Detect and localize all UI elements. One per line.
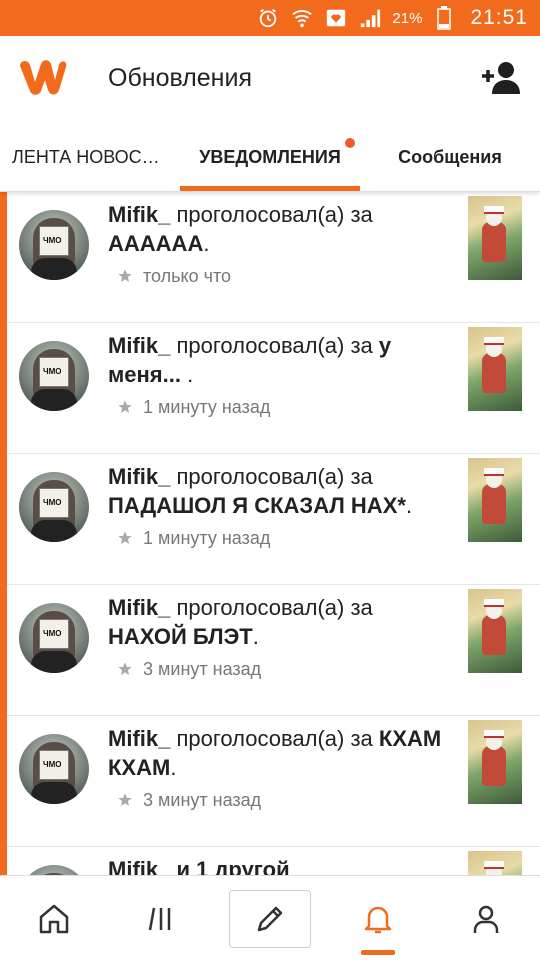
notification-text: Mifik_ проголосовал(а) за КХАМ КХАМ. <box>108 726 442 780</box>
timestamp: 3 минут назад <box>143 658 262 679</box>
story-title[interactable]: ПАДАШОЛ Я СКАЗАЛ НАХ* <box>108 493 406 518</box>
notification-text: Mifik_ проголосовал(а) за АААААА. <box>108 202 373 256</box>
bottom-navigation <box>0 875 540 960</box>
clock: 21:51 <box>470 6 528 29</box>
action-text: проголосовал(а) за <box>170 333 379 358</box>
pencil-icon <box>257 906 283 931</box>
notification-text: Mifik_ проголосовал(а) за НАХОЙ БЛЭТ. <box>108 595 373 649</box>
tab-news-feed[interactable]: ЛЕНТА НОВОС… <box>0 122 180 192</box>
notification-meta: только что <box>117 264 231 288</box>
timestamp: 1 минуту назад <box>143 396 271 417</box>
story-title[interactable]: НАХОЙ БЛЭТ <box>108 624 253 649</box>
story-cover[interactable] <box>468 589 522 673</box>
username[interactable]: Mifik_ <box>108 464 170 489</box>
timestamp: 1 минуту назад <box>143 527 271 548</box>
avatar[interactable]: ЧМО <box>19 865 89 875</box>
tab-messages[interactable]: Сообщения <box>360 122 540 192</box>
nav-notifications-button[interactable] <box>324 876 432 960</box>
notification-item[interactable]: ЧМО Mifik_ проголосовал(а) за у меня... … <box>7 323 540 454</box>
star-icon <box>118 662 132 675</box>
notification-meta: 3 минут назад <box>117 788 261 812</box>
story-cover[interactable] <box>468 327 522 411</box>
wattpad-logo-icon[interactable] <box>16 56 68 98</box>
avatar[interactable]: ЧМО <box>19 472 89 542</box>
battery-percent: 21% <box>392 9 423 27</box>
wifi-icon <box>290 6 314 30</box>
notification-meta: 1 минуту назад <box>117 526 270 550</box>
app-bar: Обновления <box>0 36 540 122</box>
action-text: проголосовал(а) за <box>170 202 373 227</box>
nav-library-button[interactable] <box>108 876 216 960</box>
bell-icon <box>364 906 392 933</box>
story-title[interactable]: АААААА <box>108 231 203 256</box>
add-user-icon[interactable] <box>480 60 522 96</box>
story-cover[interactable] <box>468 851 522 875</box>
notification-item[interactable]: ЧМО Mifik_ проголосовал(а) за НАХОЙ БЛЭТ… <box>7 585 540 716</box>
timestamp: 3 минут назад <box>143 789 262 810</box>
username[interactable]: Mifik_ <box>108 333 170 358</box>
avatar[interactable]: ЧМО <box>19 734 89 804</box>
status-bar: 21% 21:51 <box>0 0 540 36</box>
user-icon <box>473 905 499 933</box>
avatar-label: ЧМО <box>43 236 62 245</box>
unread-dot <box>345 138 355 148</box>
notification-text: Mifik_ и 1 другой <box>108 855 448 875</box>
notification-text: Mifik_ проголосовал(а) за ПАДАШОЛ Я СКАЗ… <box>108 464 413 518</box>
timestamp: только что <box>143 265 232 286</box>
notification-item[interactable]: ЧМО Mifik_ проголосовал(а) за КХАМ КХАМ.… <box>7 716 540 847</box>
action-text: проголосовал(а) за <box>170 595 373 620</box>
active-nav-indicator <box>361 950 395 955</box>
tab-bar: ЛЕНТА НОВОС… УВЕДОМЛЕНИЯ Сообщения <box>0 122 540 192</box>
action-text: и 1 другой <box>170 857 290 875</box>
star-icon <box>118 793 132 806</box>
notification-item[interactable]: ЧМО Mifik_ проголосовал(а) за АААААА. то… <box>7 192 540 323</box>
nav-write-icon-wrap[interactable] <box>216 876 324 960</box>
story-cover[interactable] <box>468 720 522 804</box>
action-text: проголосовал(а) за <box>170 726 379 751</box>
notifications-list[interactable]: ЧМО Mifik_ проголосовал(а) за АААААА. то… <box>0 192 540 875</box>
avatar[interactable]: ЧМО <box>19 210 89 280</box>
avatar-label: ЧМО <box>43 498 62 507</box>
story-cover[interactable] <box>468 196 522 280</box>
nav-home-button[interactable] <box>0 876 108 960</box>
nav-profile-button[interactable] <box>432 876 540 960</box>
star-icon <box>118 400 132 413</box>
notification-meta: 3 минут назад <box>117 657 261 681</box>
heart-notification-icon <box>324 6 348 30</box>
username[interactable]: Mifik_ <box>108 202 170 227</box>
notification-meta: 1 минуту назад <box>117 395 270 419</box>
active-tab-indicator <box>180 186 360 191</box>
avatar[interactable]: ЧМО <box>19 341 89 411</box>
signal-icon <box>358 6 382 30</box>
avatar[interactable]: ЧМО <box>19 603 89 673</box>
avatar-label: ЧМО <box>43 629 62 638</box>
library-icon <box>148 907 171 930</box>
avatar-label: ЧМО <box>43 367 62 376</box>
screen: 21% 21:51 Обновления ЛЕНТА НОВОС… УВЕДОМ… <box>0 0 540 960</box>
avatar-label: ЧМО <box>43 760 62 769</box>
action-text: проголосовал(а) за <box>170 464 373 489</box>
home-icon <box>39 904 69 933</box>
unread-accent-bar <box>0 192 7 875</box>
story-cover[interactable] <box>468 458 522 542</box>
username[interactable]: Mifik_ <box>108 595 170 620</box>
page-title: Обновления <box>108 64 252 92</box>
username[interactable]: Mifik_ <box>108 726 170 751</box>
notification-text: Mifik_ проголосовал(а) за у меня... . <box>108 333 392 387</box>
battery-icon <box>432 6 456 30</box>
alarm-icon <box>256 6 280 30</box>
notification-item[interactable]: ЧМО Mifik_ проголосовал(а) за ПАДАШОЛ Я … <box>7 454 540 585</box>
tab-notifications[interactable]: УВЕДОМЛЕНИЯ <box>180 122 360 192</box>
star-icon <box>118 269 132 282</box>
username[interactable]: Mifik_ <box>108 857 170 875</box>
star-icon <box>118 531 132 544</box>
notification-item[interactable]: ЧМО Mifik_ и 1 другой <box>7 847 540 875</box>
